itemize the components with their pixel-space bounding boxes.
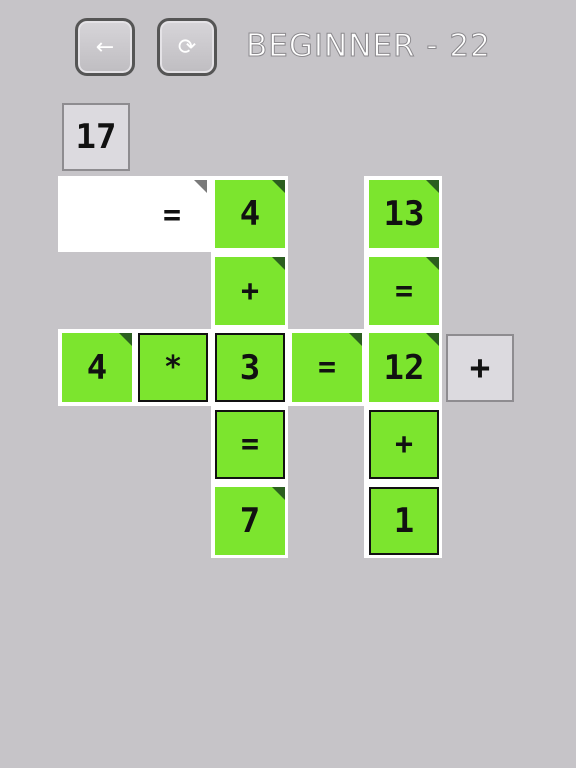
tile-placed-operator[interactable]: = <box>215 410 285 479</box>
bank-tile-17[interactable]: 17 <box>62 103 130 171</box>
level-title: BEGINNER - 22 <box>246 28 491 65</box>
tile-given: 13 <box>369 180 439 248</box>
tile-placed-operator[interactable]: * <box>138 333 208 402</box>
refresh-icon: ⟳ <box>177 34 197 60</box>
tile-given-operator: + <box>215 257 285 325</box>
tile-given-operator: = <box>369 257 439 325</box>
tile-given: 4 <box>62 333 132 402</box>
back-arrow-icon: ← <box>95 34 115 60</box>
restart-button[interactable]: ⟳ <box>157 18 217 76</box>
tile-given: 7 <box>215 487 285 555</box>
back-button[interactable]: ← <box>75 18 135 76</box>
tile-placed-operator[interactable]: + <box>369 410 439 479</box>
tile-placed[interactable]: 1 <box>369 487 439 555</box>
tile-given-operator: = <box>292 333 362 402</box>
tile-placed[interactable]: 3 <box>215 333 285 402</box>
bank-tile-plus[interactable]: + <box>446 334 514 402</box>
tile-given: 4 <box>215 180 285 248</box>
empty-slot-marker <box>194 180 207 193</box>
tile-given: 12 <box>369 333 439 402</box>
